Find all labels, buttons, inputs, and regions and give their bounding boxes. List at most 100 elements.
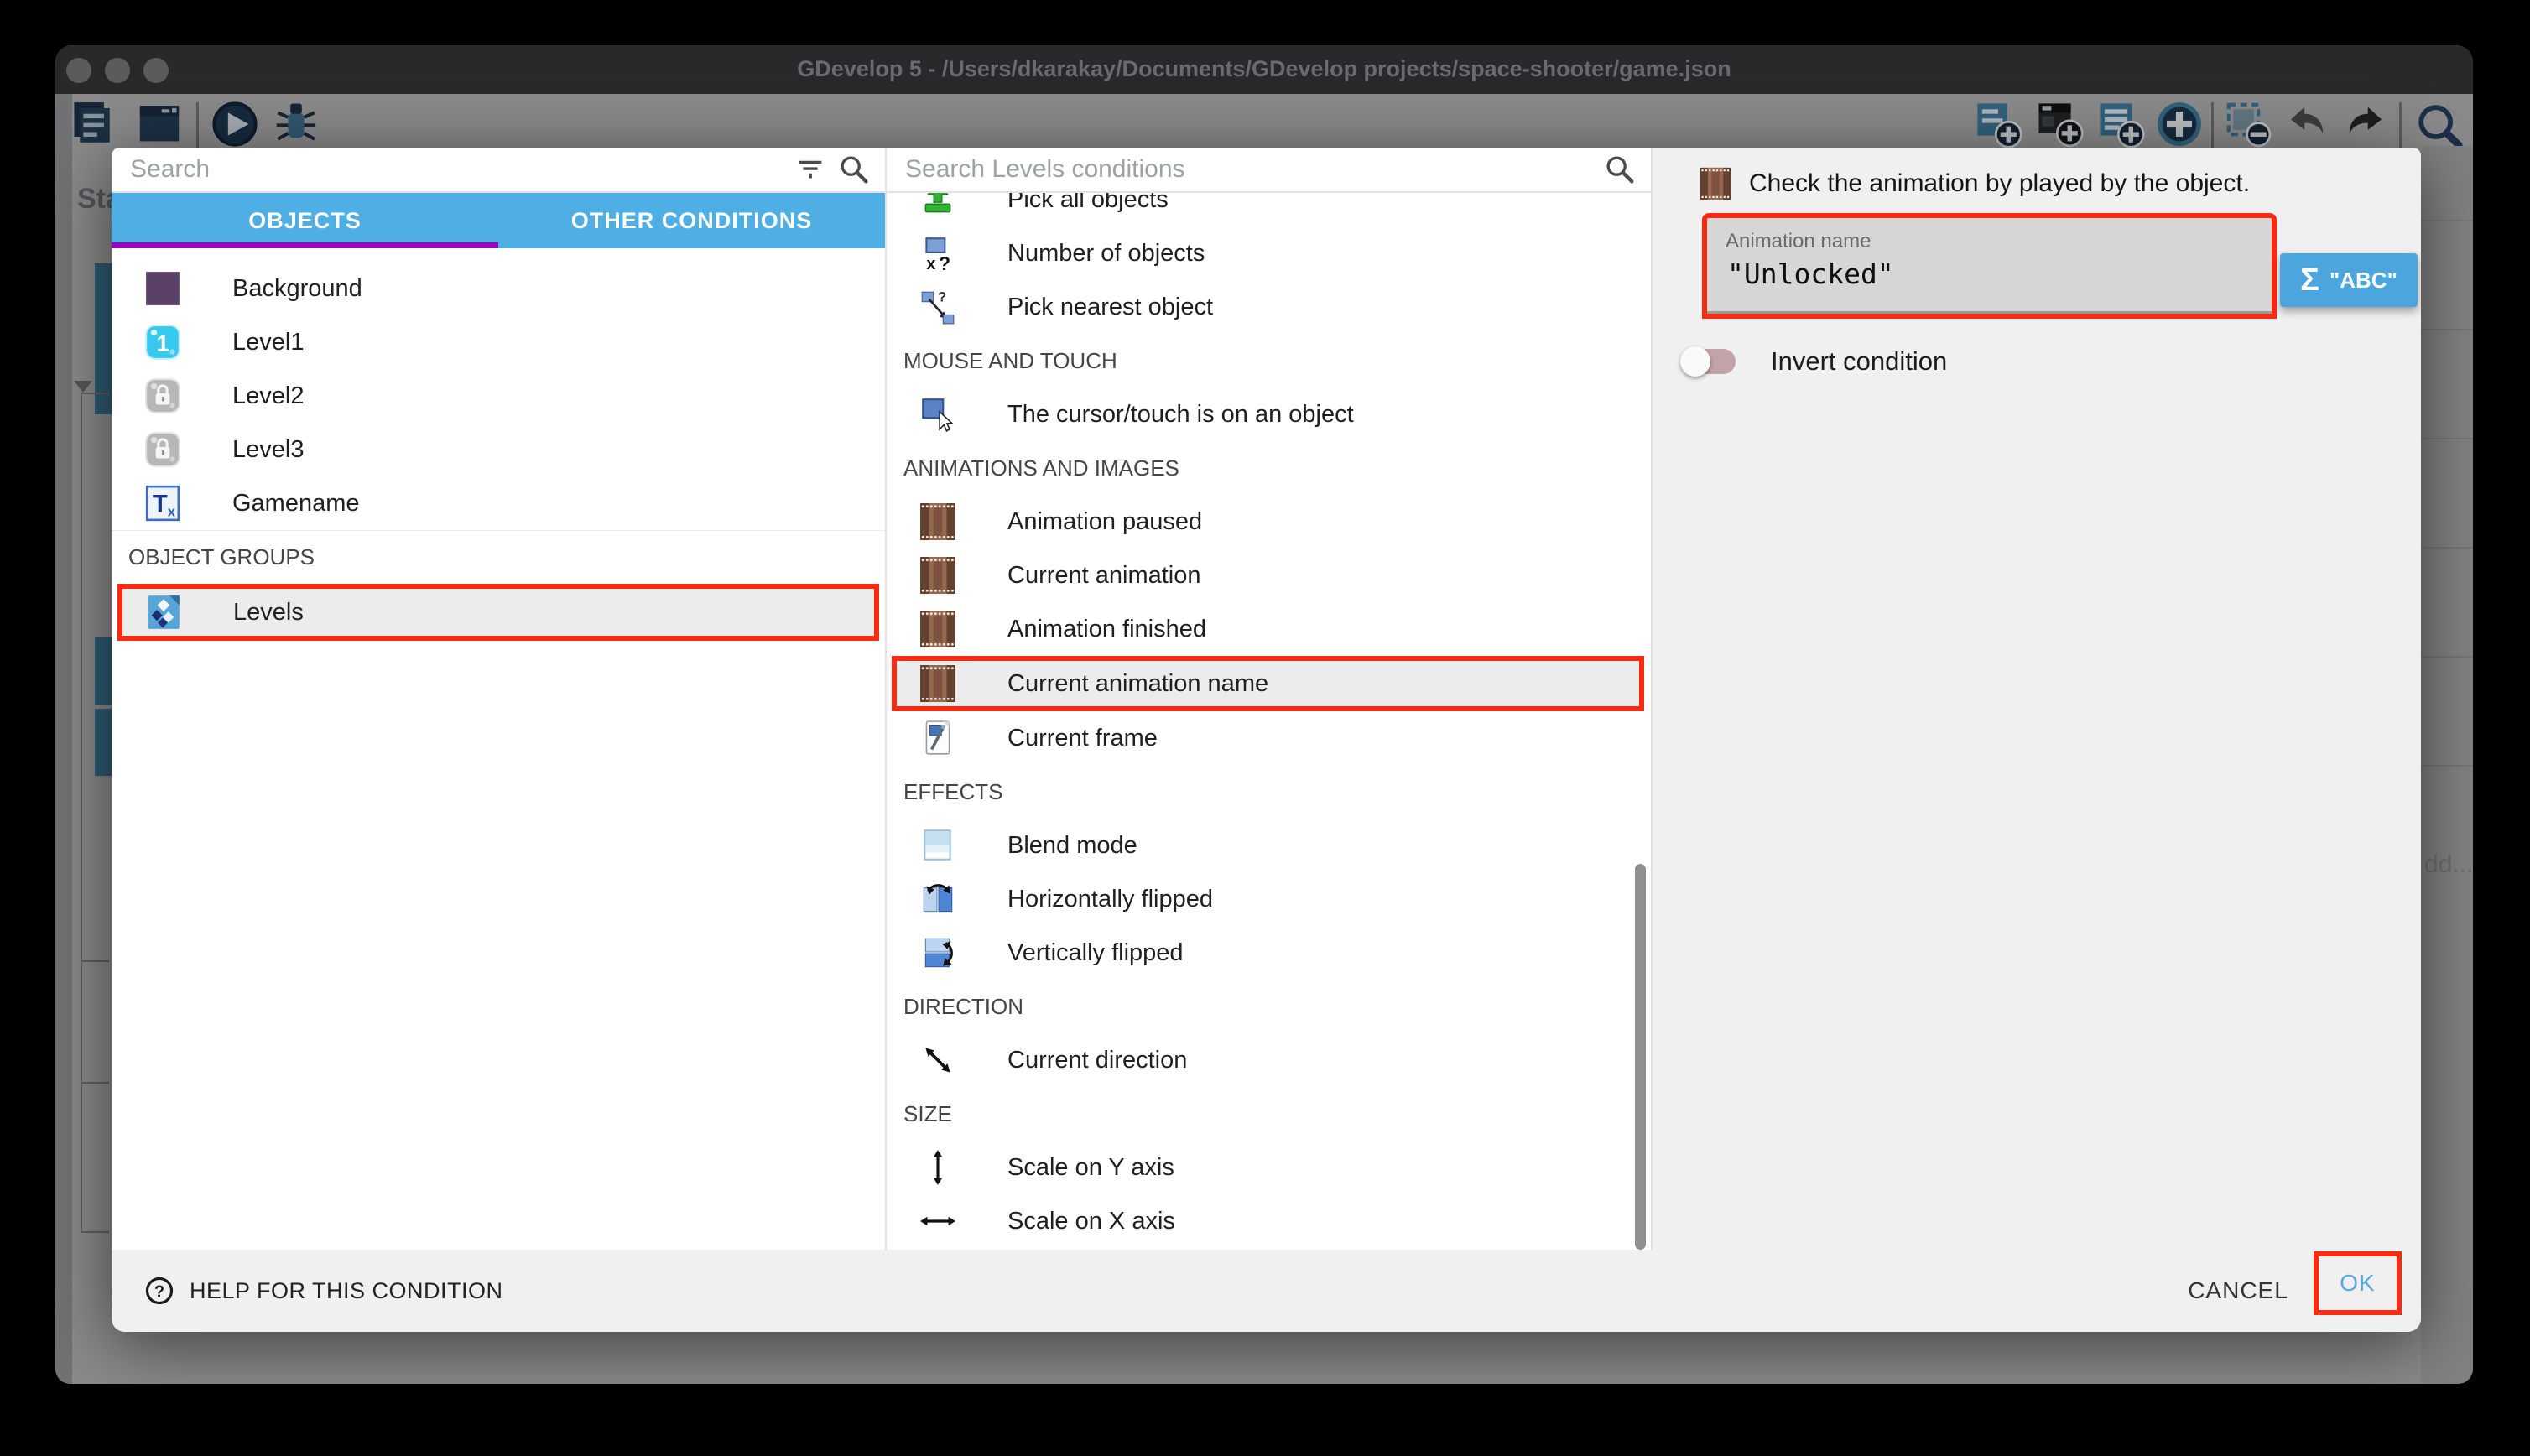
condition-description-row: Check the animation by played by the obj…: [1699, 166, 2250, 201]
object-item-level1[interactable]: 1 Level1: [112, 315, 885, 369]
section-header-animations: ANIMATIONS AND IMAGES: [887, 441, 1651, 495]
toolbar-divider: [196, 102, 199, 148]
expression-builder-button[interactable]: Σ "ABC": [2280, 253, 2418, 307]
animation-name-field[interactable]: Animation name: [1702, 213, 2277, 319]
redo-icon[interactable]: [2340, 99, 2391, 149]
conditions-search-row: [887, 148, 1651, 193]
objects-panel: OBJECTS OTHER CONDITIONS Background 1 Le…: [112, 148, 887, 1250]
background-tree-line: [81, 393, 109, 394]
condition-item-scale-y[interactable]: Scale on Y axis: [887, 1141, 1651, 1194]
objects-search-row: [112, 148, 885, 193]
lock-button-icon: [143, 430, 182, 469]
objects-list: Background 1 Level1 Level2 Level3: [112, 250, 885, 1250]
object-group-icon: [144, 593, 183, 632]
condition-description: Check the animation by played by the obj…: [1749, 169, 2250, 198]
horizontal-arrows-icon: [919, 1202, 957, 1240]
film-strip-icon: [1699, 166, 1732, 201]
film-strip-icon: [919, 664, 957, 703]
window-edge: [55, 94, 72, 1384]
condition-item-pick-nearest[interactable]: ? Pick nearest object: [887, 280, 1651, 334]
toggle-knob: [1680, 346, 1710, 377]
objects-tabs: OBJECTS OTHER CONDITIONS: [112, 193, 885, 248]
tab-other-conditions[interactable]: OTHER CONDITIONS: [498, 193, 885, 248]
section-header-mouse-touch: MOUSE AND TOUCH: [887, 334, 1651, 387]
condition-item-animation-finished[interactable]: Animation finished: [887, 602, 1651, 656]
search-icon: [836, 152, 872, 187]
truncated-add-text: dd...: [2424, 850, 2473, 879]
condition-detail-panel: Check the animation by played by the obj…: [1651, 148, 2421, 1250]
condition-item-current-direction[interactable]: Current direction: [887, 1033, 1651, 1087]
section-header-direction: DIRECTION: [887, 980, 1651, 1033]
animation-name-label: Animation name: [1726, 230, 2253, 253]
add-object-icon[interactable]: [1973, 99, 2023, 149]
condition-item-current-frame[interactable]: Current frame: [887, 711, 1651, 765]
condition-item-scale-x[interactable]: Scale on X axis: [887, 1194, 1651, 1248]
help-link[interactable]: ? HELP FOR THIS CONDITION: [143, 1250, 503, 1332]
text-object-icon: Tx: [143, 484, 182, 523]
animation-name-input[interactable]: [1726, 257, 2253, 291]
object-item-background[interactable]: Background: [112, 262, 885, 315]
toolbar-divider: [2211, 102, 2214, 148]
background-tree-line: [81, 393, 82, 1233]
row-divider: [2421, 220, 2473, 221]
pick-all-icon: [919, 193, 957, 219]
scrollbar-thumb[interactable]: [1635, 864, 1646, 1250]
condition-item-animation-paused[interactable]: Animation paused: [887, 495, 1651, 549]
object-item-level3[interactable]: Level3: [112, 423, 885, 476]
cancel-button[interactable]: CANCEL: [2167, 1250, 2309, 1332]
conditions-list: Pick all objects x? Number of objects ? …: [887, 193, 1651, 1250]
conditions-search-input[interactable]: [903, 154, 1594, 185]
search-icon: [1602, 152, 1637, 187]
active-tab-underline: [112, 242, 498, 248]
section-header-effects: EFFECTS: [887, 765, 1651, 819]
condition-item-current-animation-name[interactable]: Current animation name: [892, 656, 1644, 711]
row-divider: [2421, 547, 2473, 549]
remove-selection-icon[interactable]: [2223, 99, 2273, 149]
condition-item-blend-mode[interactable]: Blend mode: [887, 819, 1651, 872]
pick-nearest-icon: ?: [919, 288, 957, 326]
window-title: GDevelop 5 - /Users/dkarakay/Documents/G…: [55, 56, 2473, 82]
condition-item-horizontally-flipped[interactable]: Horizontally flipped: [887, 872, 1651, 926]
condition-item-cursor-on-object[interactable]: The cursor/touch is on an object: [887, 387, 1651, 441]
titlebar: GDevelop 5 - /Users/dkarakay/Documents/G…: [55, 45, 2473, 94]
level1-button-icon: 1: [143, 323, 182, 361]
filter-icon[interactable]: [793, 152, 828, 187]
tab-objects[interactable]: OBJECTS: [112, 193, 498, 248]
film-strip-icon: [919, 610, 957, 648]
sigma-icon: Σ: [2300, 263, 2319, 299]
undo-icon[interactable]: [2282, 99, 2332, 149]
add-comment-icon[interactable]: [2095, 99, 2146, 149]
invert-condition-toggle[interactable]: [1684, 346, 1736, 377]
add-circle-icon[interactable]: [2154, 99, 2205, 149]
invert-condition-label: Invert condition: [1771, 346, 1947, 377]
condition-item-vertically-flipped[interactable]: Vertically flipped: [887, 926, 1651, 980]
svg-text:?: ?: [938, 289, 946, 305]
svg-text:1: 1: [156, 330, 169, 356]
debug-icon[interactable]: [271, 99, 321, 149]
play-preview-icon[interactable]: [210, 99, 260, 149]
add-event-icon[interactable]: [2034, 99, 2085, 149]
film-strip-icon: [919, 556, 957, 595]
open-window-icon[interactable]: [134, 99, 185, 149]
row-divider: [2421, 765, 2473, 767]
group-item-levels[interactable]: Levels: [117, 584, 879, 641]
objects-search-input[interactable]: [128, 154, 784, 185]
section-header-size: SIZE: [887, 1087, 1651, 1141]
cursor-on-object-icon: [919, 395, 957, 434]
search-events-icon[interactable]: [2413, 99, 2466, 153]
object-item-gamename[interactable]: Tx Gamename: [112, 476, 885, 530]
help-circle-icon: ?: [143, 1274, 176, 1308]
lock-button-icon: [143, 377, 182, 415]
current-frame-icon: [919, 719, 957, 757]
project-manager-icon[interactable]: [70, 99, 120, 149]
condition-item-number-of-objects[interactable]: x? Number of objects: [887, 226, 1651, 280]
direction-arrow-icon: [919, 1041, 957, 1079]
condition-item-pick-all-objects[interactable]: Pick all objects: [887, 193, 1651, 226]
object-item-level2[interactable]: Level2: [112, 369, 885, 423]
ok-button[interactable]: OK: [2314, 1251, 2402, 1315]
background-object-icon: [143, 269, 182, 308]
film-strip-icon: [919, 502, 957, 541]
toolbar-divider: [2399, 102, 2402, 148]
vertical-arrows-icon: [919, 1148, 957, 1187]
condition-item-current-animation[interactable]: Current animation: [887, 549, 1651, 602]
